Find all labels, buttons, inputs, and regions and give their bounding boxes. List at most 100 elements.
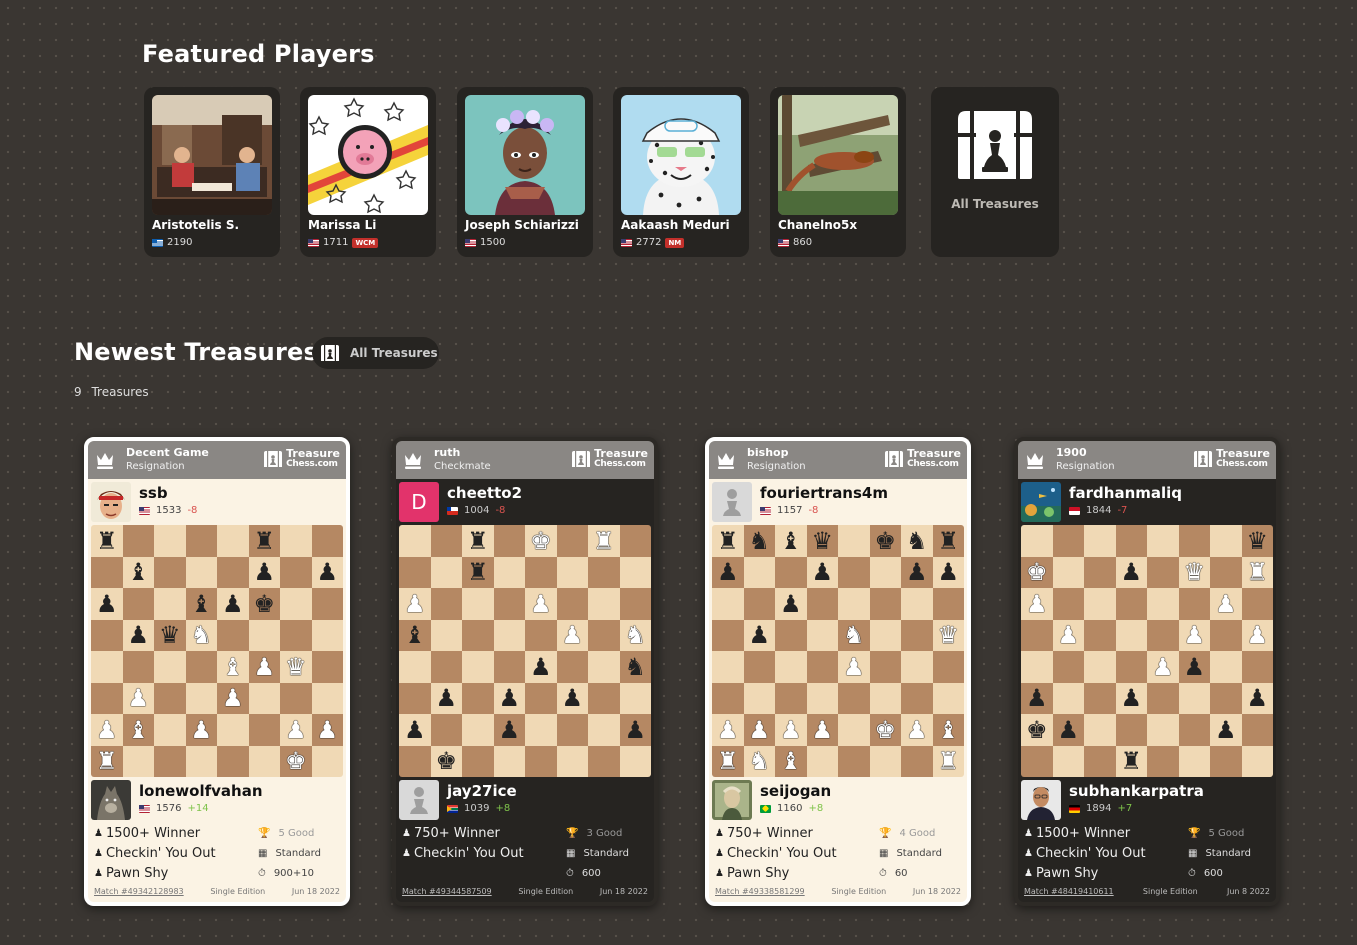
board-square [932, 588, 964, 620]
player-username: subhankarpatra [1069, 782, 1204, 800]
achievement-label: Pawn Shy [726, 865, 790, 881]
featured-player-card[interactable]: Aristotelis S. 2190 [144, 87, 280, 257]
rating-change: -8 [808, 505, 819, 516]
board-square: ♟ [712, 556, 744, 588]
board-square [311, 682, 343, 714]
treasure-card[interactable]: bishop Resignation Treasure Chess.com fourie… [705, 437, 971, 906]
achievement: ♟ Checkin' You Out [715, 846, 879, 861]
achievement-label: 1500+ Winner [1035, 825, 1131, 841]
all-treasures-card[interactable]: All Treasures [931, 87, 1059, 257]
player-username: fouriertrans4m [760, 484, 888, 502]
treasure-title: ruth [434, 446, 461, 459]
featured-player-card[interactable]: Joseph Schiarizzi 1500 [457, 87, 593, 257]
bottom-player-row[interactable]: lonewolfvahan 1576 +14 [88, 777, 346, 823]
all-treasures-button[interactable]: All Treasures [312, 337, 439, 369]
board-square [399, 682, 431, 714]
board-square: ♟ [1052, 619, 1084, 651]
treasure-card[interactable]: Decent Game Resignation Treasure Chess.com s… [84, 437, 350, 906]
board-square: ♚ [430, 745, 462, 777]
match-link[interactable]: Match #48419410611 [1024, 887, 1114, 896]
player-photo [465, 95, 585, 215]
board-square: ♟ [806, 714, 838, 746]
board-square [1147, 588, 1179, 620]
white-bishop-icon: ♝ [127, 715, 149, 744]
board-square [869, 651, 901, 683]
game-date: Jun 18 2022 [912, 887, 961, 896]
featured-player-card[interactable]: Marissa Li 1711 WCM [300, 87, 436, 257]
black-pawn-icon: ♟ [1120, 558, 1142, 587]
trophy-icon: 🏆 [1188, 827, 1201, 839]
treasure-chest-icon [884, 450, 904, 468]
featured-player-card[interactable]: Chanelno5x 860 [770, 87, 906, 257]
player-info: seijogan 1160 +8 [760, 783, 831, 817]
board-square [1021, 745, 1053, 777]
achievement: ♟ 750+ Winner [402, 826, 566, 841]
achievement-label: 750+ Winner [413, 825, 500, 841]
white-knight-icon: ♞ [748, 747, 770, 776]
treasure-card[interactable]: 1900 Resignation Treasure Chess.com fardhanm… [1014, 437, 1280, 906]
rating-change: +14 [187, 803, 209, 814]
game-result: Resignation [1056, 461, 1115, 472]
board-square [462, 651, 494, 683]
game-date: Jun 18 2022 [599, 887, 648, 896]
board-square [619, 588, 651, 620]
board-square [1178, 745, 1210, 777]
board-square: ♝ [775, 525, 807, 557]
board-square [154, 525, 186, 557]
board-square: ♝ [775, 745, 807, 777]
white-queen-icon: ♛ [1183, 558, 1205, 587]
bottom-player-row[interactable]: seijogan 1160 +8 [709, 777, 967, 823]
board-square [1241, 714, 1273, 746]
black-pawn-icon: ♟ [1025, 684, 1048, 713]
player-info: subhankarpatra 1894 +7 [1069, 783, 1204, 817]
match-link[interactable]: Match #49338581299 [715, 887, 805, 896]
meta-value: Standard [583, 847, 629, 859]
bottom-player-row[interactable]: jay27ice 1039 +8 [396, 777, 654, 823]
white-rook-icon: ♜ [937, 747, 959, 776]
white-knight-icon: ♞ [842, 621, 865, 650]
board-square: ♟ [248, 651, 280, 683]
player-rating: 2772 [636, 237, 662, 248]
treasure-card[interactable]: ruth Checkmate Treasure Chess.com Dcheetto2 1… [392, 437, 658, 906]
white-pawn-icon: ♟ [403, 589, 426, 618]
board-square [901, 651, 933, 683]
board-square [122, 525, 154, 557]
player-avatar: D [399, 482, 439, 522]
treasure-chess-logo: Treasure Chess.com [1193, 448, 1270, 469]
board-square [399, 525, 431, 557]
board-square: ♟ [91, 588, 123, 620]
meta-value: 600 [581, 867, 601, 879]
board-square: ♜ [712, 525, 744, 557]
stats-row: ♟ Checkin' You Out ▦ Standard [1024, 843, 1270, 863]
player-username: ssb [139, 484, 168, 502]
board-square [311, 525, 343, 557]
match-link[interactable]: Match #49344587509 [402, 887, 492, 896]
board-square: ♛ [1178, 556, 1210, 588]
top-player-row[interactable]: ssb 1533 -8 [88, 479, 346, 525]
featured-player-card[interactable]: Aakaash Meduri 2772 NM [613, 87, 749, 257]
white-king-icon: ♚ [874, 715, 896, 744]
player-photo [152, 95, 272, 215]
player-username: lonewolfvahan [139, 782, 263, 800]
board-square [1178, 714, 1210, 746]
top-player-row[interactable]: fardhanmaliq 1844 -7 [1018, 479, 1276, 525]
board-square: ♛ [806, 525, 838, 557]
black-rook-icon: ♜ [95, 526, 118, 555]
trophy-icon: 🏆 [258, 827, 271, 839]
white-pawn-icon: ♟ [779, 715, 802, 744]
brand-line-2: Chess.com [594, 459, 646, 469]
board-square [869, 745, 901, 777]
stats-row: ♟ Checkin' You Out ▦ Standard [94, 843, 340, 863]
board-square [1147, 745, 1179, 777]
top-player-row[interactable]: Dcheetto2 1004 -8 [396, 479, 654, 525]
black-bishop-icon: ♝ [127, 558, 149, 587]
game-meta: ▦ Standard [1188, 848, 1251, 859]
white-pawn-icon: ♟ [561, 621, 583, 650]
match-link[interactable]: Match #49342128983 [94, 887, 184, 896]
player-rating: 1711 [323, 237, 349, 248]
top-player-row[interactable]: fouriertrans4m 1157 -8 [709, 479, 967, 525]
bottom-player-row[interactable]: subhankarpatra 1894 +7 [1018, 777, 1276, 823]
stats-row: ♟ Pawn Shy ⏱ 600 [1024, 863, 1270, 883]
black-pawn-icon: ♟ [316, 558, 338, 587]
achievement: ♟ Pawn Shy [715, 866, 879, 881]
